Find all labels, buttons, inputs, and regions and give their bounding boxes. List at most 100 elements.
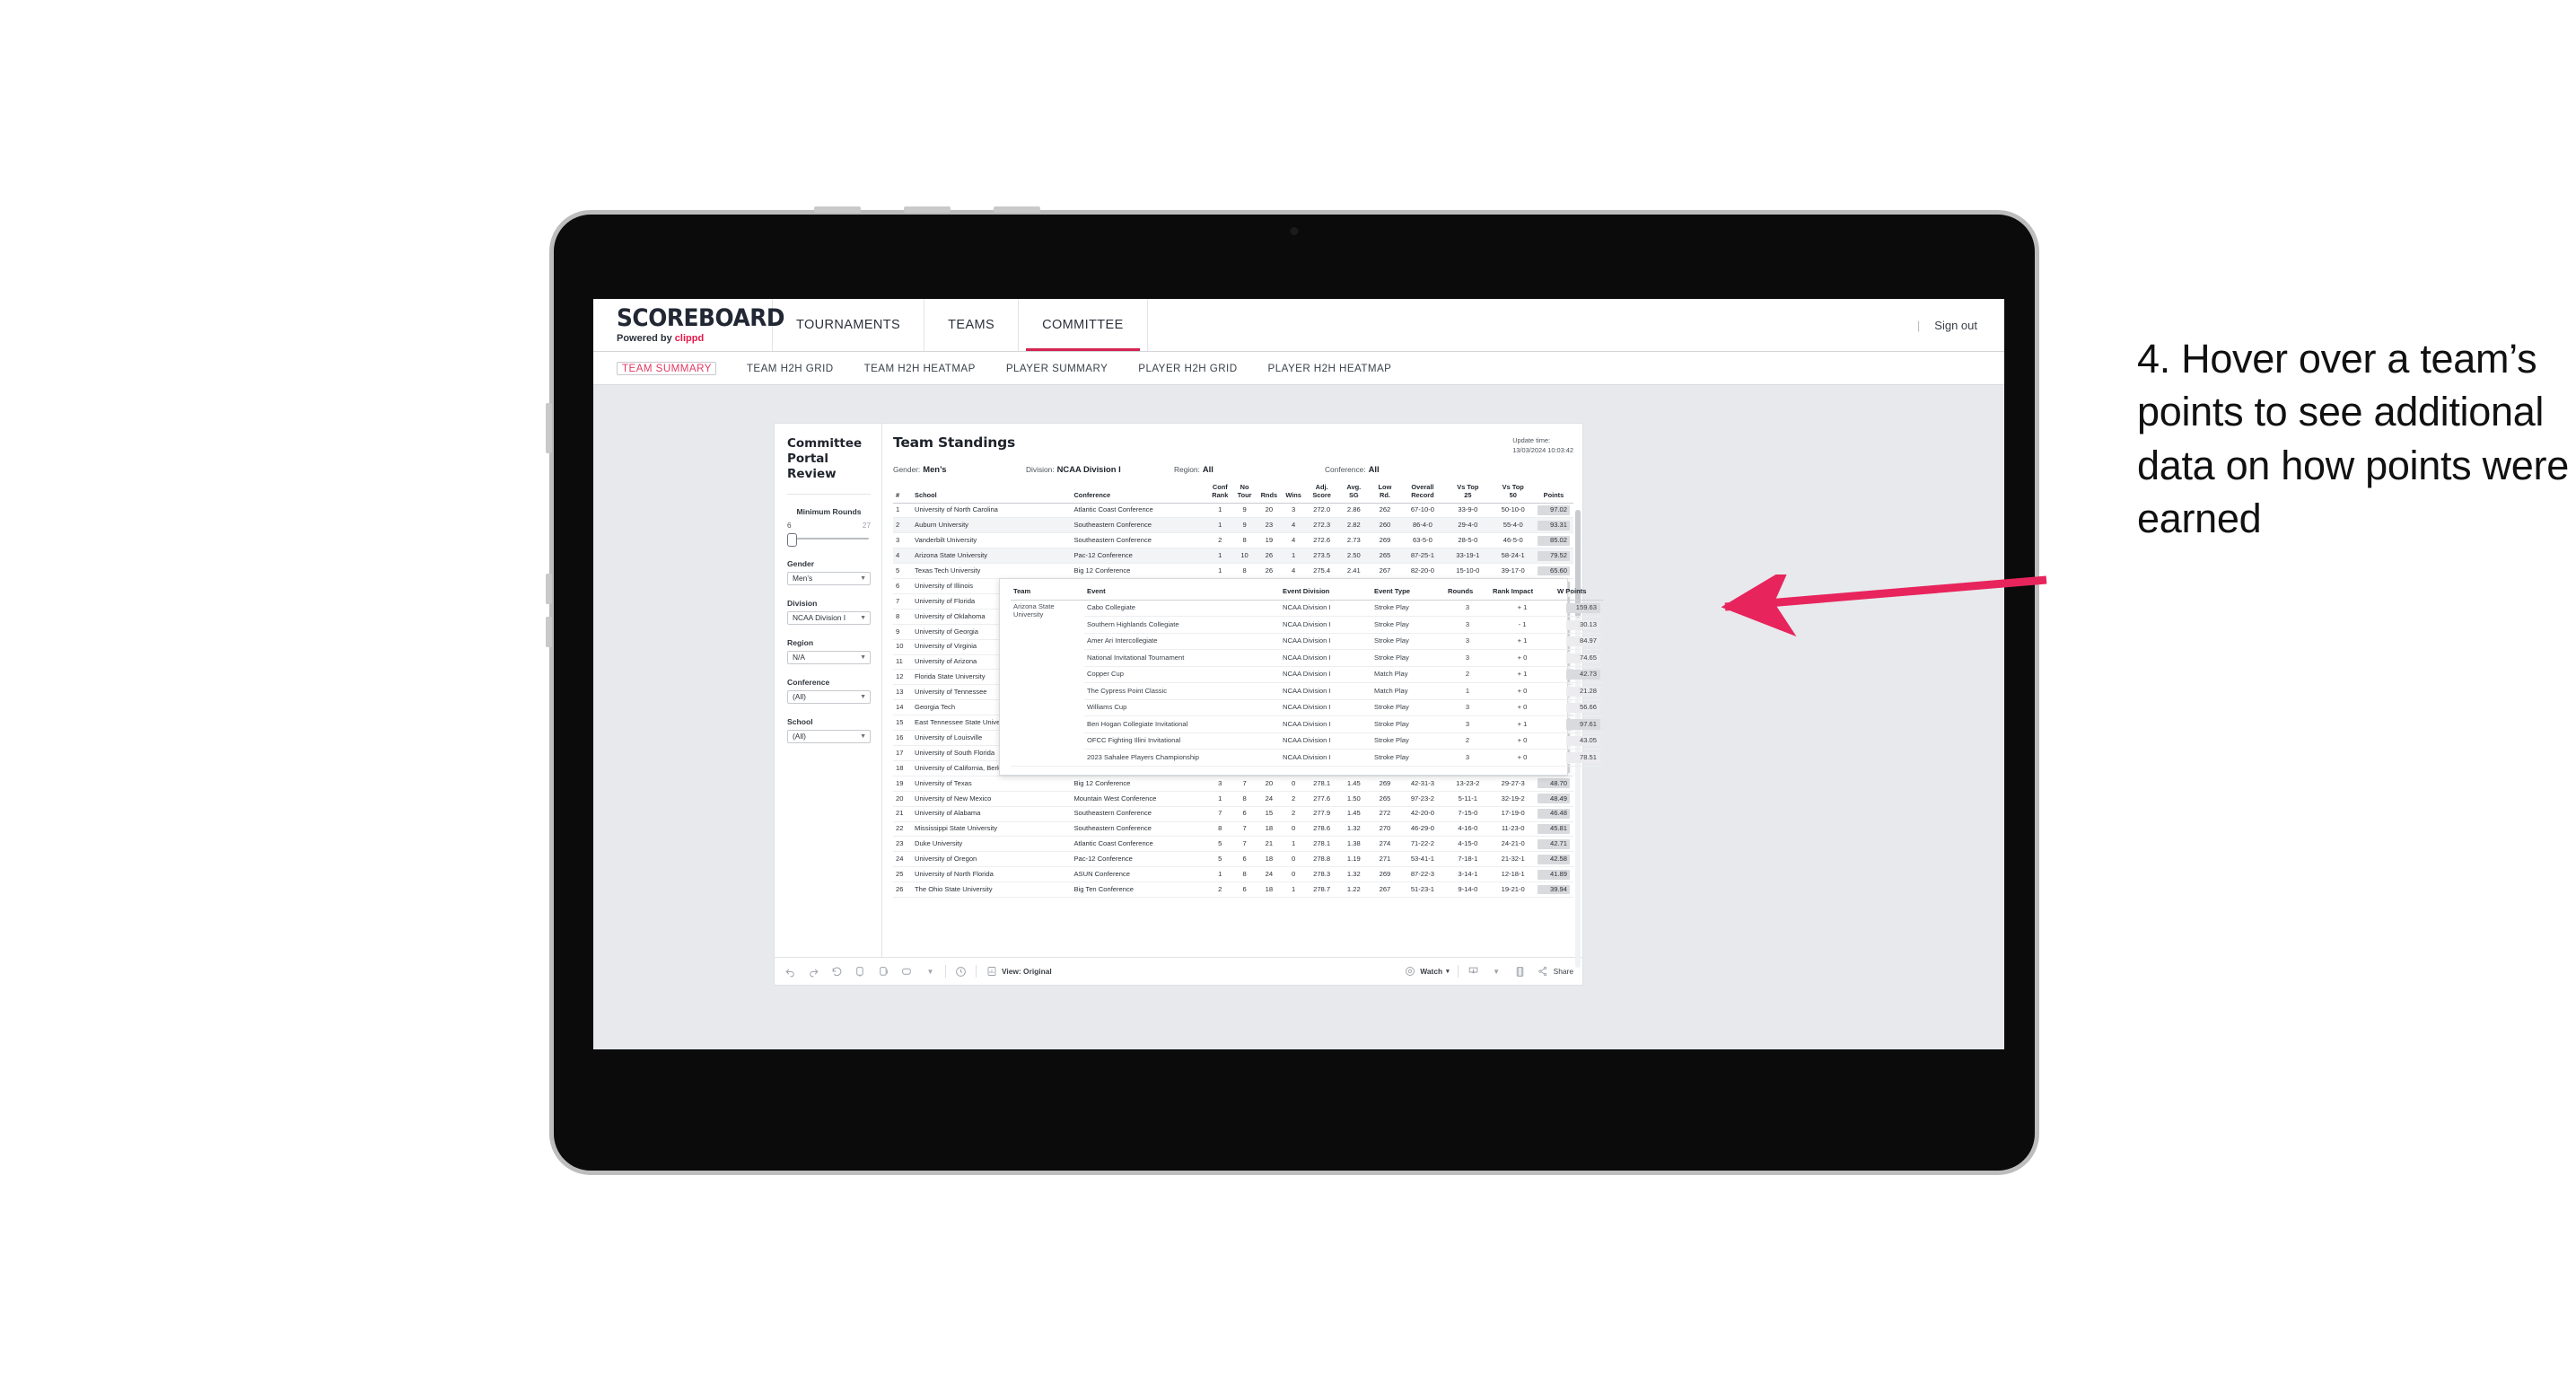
points-value[interactable]: 46.48 <box>1537 809 1570 819</box>
filter-division-label: Division <box>787 598 818 608</box>
points-value[interactable]: 45.81 <box>1537 824 1570 834</box>
tab-player-h2h-heatmap[interactable]: PLAYER H2H HEATMAP <box>1268 363 1392 374</box>
brand-logo[interactable]: SCOREBOARD Powered by clippd <box>593 299 785 351</box>
col-conference[interactable]: Conference <box>1072 482 1208 504</box>
points-value[interactable]: 48.70 <box>1537 778 1570 789</box>
cell-points[interactable]: 42.71 <box>1535 836 1573 853</box>
nav-committee[interactable]: COMMITTEE <box>1019 299 1148 351</box>
tooltip-w-points-value: 97.61 <box>1566 719 1600 730</box>
col-conf-rank[interactable]: Conf Rank <box>1207 482 1232 504</box>
col-rank[interactable]: # <box>893 482 914 504</box>
watch-button[interactable]: Watch ▾ <box>1403 965 1450 978</box>
points-value[interactable]: 48.49 <box>1537 794 1570 804</box>
points-value[interactable]: 65.60 <box>1537 566 1570 576</box>
tooltip-event: Southern Highlands Collegiate <box>1084 616 1280 634</box>
points-value[interactable]: 97.02 <box>1537 505 1570 515</box>
table-row[interactable]: 20 University of New Mexico Mountain West … <box>893 791 1573 807</box>
filter-conference-dropdown[interactable]: (All) ▼ <box>787 689 871 704</box>
cell-points[interactable]: 85.02 <box>1535 532 1573 549</box>
table-row[interactable]: 1 University of North Carolina Atlantic Co… <box>893 503 1573 519</box>
slider-handle[interactable] <box>787 532 797 547</box>
filter-school-dropdown[interactable]: (All) ▼ <box>787 729 871 743</box>
table-row[interactable]: 2 Auburn University Southeastern Conferenc… <box>893 517 1573 534</box>
cell-vs-top-25: 9-14-0 <box>1445 882 1491 899</box>
col-vs-top-25[interactable]: Vs Top 25 <box>1445 482 1491 504</box>
filter-gender-dropdown[interactable]: Men’s ▼ <box>787 571 871 585</box>
table-row[interactable]: 19 University of Texas Big 12 Conference 3 7… <box>893 776 1573 792</box>
table-row[interactable]: 26 The Ohio State University Big Ten Confe… <box>893 882 1573 899</box>
sign-out-link[interactable]: Sign out <box>1934 319 1977 332</box>
points-value[interactable]: 42.58 <box>1537 854 1570 864</box>
pause-auto-updates-icon[interactable] <box>877 965 890 978</box>
col-adj-score[interactable]: Adj. Score <box>1305 482 1338 504</box>
cell-points[interactable]: 79.52 <box>1535 548 1573 565</box>
table-row[interactable]: 24 University of Oregon Pac-12 Conference 5… <box>893 851 1573 868</box>
brand-wordmark: SCOREBOARD <box>617 304 785 332</box>
col-no-tour[interactable]: No Tour <box>1231 482 1257 504</box>
cell-points[interactable]: 65.60 <box>1535 563 1573 580</box>
points-value[interactable]: 42.71 <box>1537 839 1570 849</box>
cell-conference: Pac-12 Conference <box>1072 851 1208 868</box>
nav-teams[interactable]: TEAMS <box>924 299 1020 351</box>
tab-player-summary[interactable]: PLAYER SUMMARY <box>1006 363 1108 374</box>
col-low-rd[interactable]: Low Rd. <box>1370 482 1400 504</box>
refresh-icon[interactable] <box>854 965 867 978</box>
cell-wins: 2 <box>1281 791 1306 807</box>
filter-region-dropdown[interactable]: N/A ▼ <box>787 650 871 664</box>
cell-points[interactable]: 46.48 <box>1535 806 1573 822</box>
minimum-rounds-slider[interactable] <box>787 532 871 547</box>
points-value[interactable]: 39.94 <box>1537 884 1570 895</box>
cell-points[interactable]: 48.70 <box>1535 776 1573 792</box>
cell-conf-rank: 1 <box>1207 866 1232 883</box>
col-vs-top-50[interactable]: Vs Top 50 <box>1490 482 1536 504</box>
tab-player-h2h-grid[interactable]: PLAYER H2H GRID <box>1138 363 1237 374</box>
view-original-button[interactable]: View: Original <box>985 965 1052 978</box>
tooltip-event-division: NCAA Division I <box>1280 616 1371 634</box>
slider-track[interactable] <box>789 537 869 540</box>
points-value[interactable]: 85.02 <box>1537 535 1570 546</box>
filter-division-dropdown[interactable]: NCAA Division I ▼ <box>787 610 871 625</box>
tab-team-h2h-grid[interactable]: TEAM H2H GRID <box>747 363 834 374</box>
cell-points[interactable]: 93.31 <box>1535 517 1573 534</box>
cell-low-rd: 262 <box>1370 503 1400 519</box>
tab-team-h2h-heatmap[interactable]: TEAM H2H HEATMAP <box>864 363 976 374</box>
points-value[interactable]: 93.31 <box>1537 521 1570 531</box>
chevron-down-icon[interactable]: ▼ <box>924 965 937 978</box>
undo-icon[interactable] <box>784 965 797 978</box>
points-value[interactable]: 41.89 <box>1537 869 1570 880</box>
cell-points[interactable]: 42.58 <box>1535 851 1573 868</box>
redo-icon[interactable] <box>807 965 820 978</box>
tab-team-summary[interactable]: TEAM SUMMARY <box>617 361 716 375</box>
nav-tournaments[interactable]: TOURNAMENTS <box>773 299 925 351</box>
revert-icon[interactable] <box>830 965 844 978</box>
col-wins[interactable]: Wins <box>1281 482 1306 504</box>
table-row[interactable]: 4 Arizona State University Pac-12 Conferen… <box>893 548 1573 565</box>
cell-points[interactable]: 41.89 <box>1535 866 1573 883</box>
table-row[interactable]: 5 Texas Tech University Big 12 Conference 1… <box>893 563 1573 580</box>
tooltip-row: Southern Highlands Collegiate NCAA Divisi… <box>1011 616 1603 634</box>
table-row[interactable]: 23 Duke University Atlantic Coast Conferen… <box>893 836 1573 853</box>
cell-points[interactable]: 48.49 <box>1535 791 1573 807</box>
table-row[interactable]: 3 Vanderbilt University Southeastern Confe… <box>893 532 1573 549</box>
cell-points[interactable]: 97.02 <box>1535 503 1573 519</box>
table-row[interactable]: 21 University of Alabama Southeastern Conf… <box>893 806 1573 822</box>
table-row[interactable]: 25 University of North Florida ASUN Confer… <box>893 866 1573 883</box>
cell-conference: Big 12 Conference <box>1072 776 1208 792</box>
cell-conf-rank: 1 <box>1207 517 1232 534</box>
download-icon[interactable] <box>1467 965 1480 978</box>
col-points[interactable]: Points <box>1535 482 1573 504</box>
table-row[interactable]: 22 Mississippi State University Southeaste… <box>893 821 1573 838</box>
col-overall-record[interactable]: Overall Record <box>1399 482 1446 504</box>
history-icon[interactable] <box>954 965 968 978</box>
col-rnds[interactable]: Rnds <box>1257 482 1282 504</box>
cell-points[interactable]: 45.81 <box>1535 821 1573 838</box>
col-avg-sg[interactable]: Avg. SG <box>1337 482 1371 504</box>
share-button[interactable]: Share <box>1537 965 1573 978</box>
device-layout-icon[interactable] <box>1513 965 1527 978</box>
points-value[interactable]: 79.52 <box>1537 550 1570 561</box>
col-school[interactable]: School <box>913 482 1073 504</box>
cell-avg-sg: 2.50 <box>1337 548 1371 565</box>
chevron-down-icon[interactable]: ▼ <box>1490 965 1503 978</box>
cell-points[interactable]: 39.94 <box>1535 882 1573 899</box>
custom-view-icon[interactable] <box>900 965 914 978</box>
